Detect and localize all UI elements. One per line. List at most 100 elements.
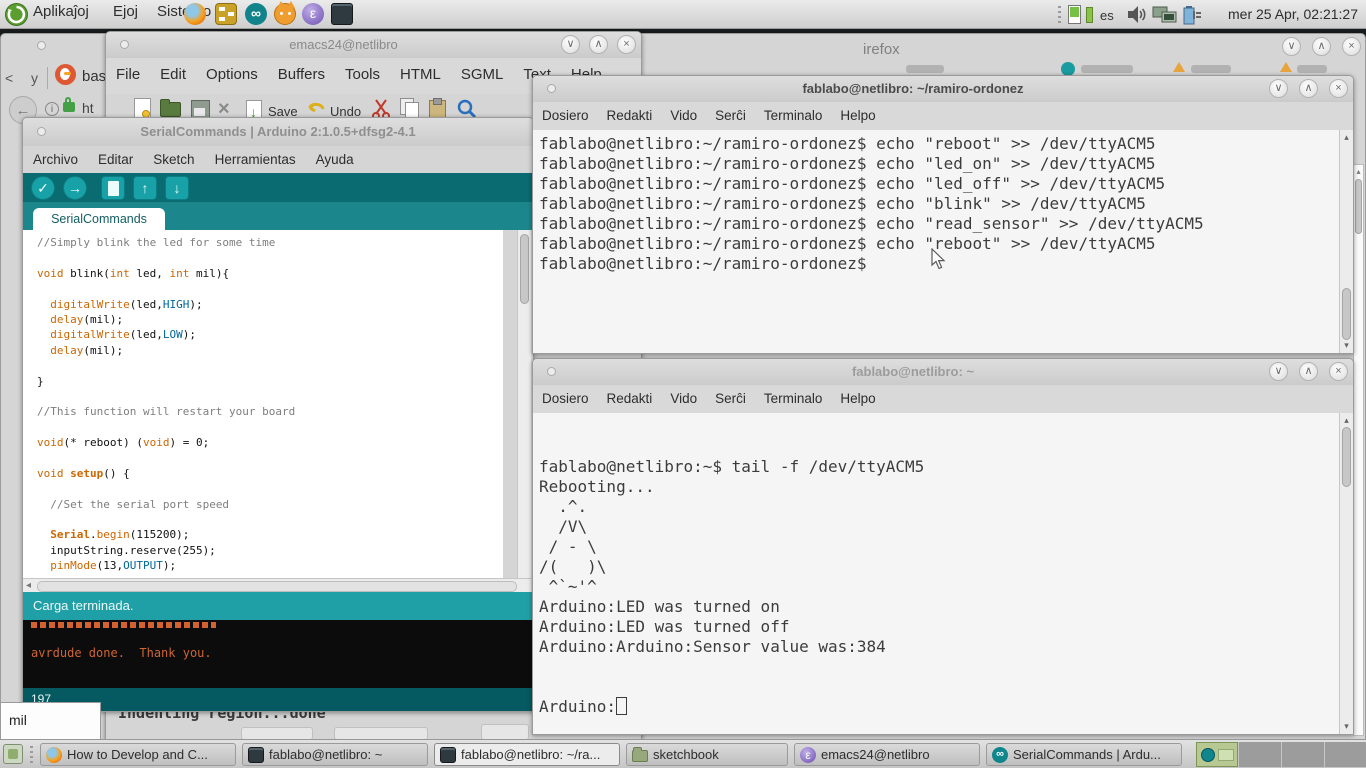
clock[interactable]: mer 25 Apr, 02:21:27 <box>1228 6 1358 22</box>
scroll-down-icon[interactable]: ▾ <box>1340 721 1353 732</box>
console-output[interactable]: avrdude done. Thank you. <box>23 620 533 688</box>
bookmark-fragment[interactable] <box>906 65 944 73</box>
firefox-scrollbar[interactable]: ▴ <box>1353 164 1364 736</box>
terminal1-titlebar[interactable]: fablabo@netlibro: ~/ramiro-ordonez ∨ ∧ × <box>533 76 1353 103</box>
open-sketch-button[interactable]: ↑ <box>133 176 157 200</box>
battery-bar-icon[interactable] <box>1086 7 1093 23</box>
menu-logo-icon[interactable] <box>4 2 29 27</box>
terminal-menu-item[interactable]: Helpo <box>838 385 877 406</box>
page-info-icon[interactable]: i <box>45 102 59 116</box>
bookmark-icon-orange[interactable] <box>1280 62 1292 72</box>
workspace-4[interactable] <box>1324 742 1366 767</box>
firefox-launcher-icon[interactable] <box>184 3 206 25</box>
network-icon[interactable] <box>1152 5 1178 25</box>
close-button[interactable]: × <box>1329 362 1348 381</box>
power-plug-icon[interactable] <box>1182 5 1204 25</box>
maximize-button[interactable]: ∧ <box>589 35 608 54</box>
prev-tab-arrow[interactable]: < <box>5 70 13 86</box>
task-button-folder-3[interactable]: sketchbook <box>626 743 788 766</box>
window-menu-dot[interactable] <box>547 84 556 93</box>
arduino-menu-item[interactable]: Ayuda <box>314 146 356 167</box>
arduino-menu-item[interactable]: Editar <box>96 146 135 167</box>
emacs-menu-item[interactable]: Tools <box>343 60 382 83</box>
taskbar-handle[interactable] <box>30 746 33 763</box>
terminal-menu-item[interactable]: Dosiero <box>540 102 591 123</box>
keyboard-layout-indicator[interactable]: es <box>1100 8 1114 23</box>
emacs-menu-item[interactable]: Edit <box>158 60 188 83</box>
terminal1-scrollbar[interactable]: ▴ ▾ <box>1339 130 1353 353</box>
terminal-launcher-icon[interactable] <box>331 3 353 25</box>
arduino-launcher-icon[interactable]: ∞ <box>245 3 267 25</box>
window-menu-dot[interactable] <box>37 41 46 50</box>
editor-hscrollbar[interactable]: ◂ <box>23 578 531 592</box>
show-desktop-button[interactable] <box>3 744 23 764</box>
terminal-menu-item[interactable]: Terminalo <box>762 102 825 123</box>
tab-serialcommands[interactable]: SerialCommands <box>33 208 165 230</box>
url-fragment[interactable]: ht <box>82 100 94 116</box>
task-button-firefox-0[interactable]: How to Develop and C... <box>40 743 236 766</box>
window-menu-dot[interactable] <box>37 127 46 136</box>
tab-fragment[interactable]: y <box>31 70 38 86</box>
workspace-2[interactable] <box>1238 742 1281 767</box>
close-button[interactable]: × <box>1342 37 1361 56</box>
workspace-1[interactable] <box>1196 742 1238 767</box>
bookmark-fragment[interactable] <box>1191 65 1231 73</box>
task-button-terminal-1[interactable]: fablabo@netlibro: ~ <box>242 743 428 766</box>
code-editor[interactable]: //Simply blink the led for some time void… <box>23 230 503 578</box>
scratch-launcher-icon[interactable] <box>274 1 296 25</box>
emacs-menu-item[interactable]: Buffers <box>276 60 327 83</box>
bookmark-icon-orange[interactable] <box>1173 62 1185 72</box>
maximize-button[interactable]: ∧ <box>1312 37 1331 56</box>
bookmark-fragment[interactable] <box>1081 65 1133 73</box>
menu-aplikajoj[interactable]: Aplikaĵoj <box>33 3 89 20</box>
upload-button[interactable]: → <box>63 176 87 200</box>
terminal-menu-item[interactable]: Serĉi <box>713 385 748 406</box>
scrollbar-thumb[interactable] <box>1342 288 1351 340</box>
task-button-emacs-4[interactable]: ε emacs24@netlibro <box>794 743 980 766</box>
terminal-menu-item[interactable]: Redakti <box>605 385 655 406</box>
arduino-titlebar[interactable]: SerialCommands | Arduino 2:1.0.5+dfsg2-4… <box>23 118 533 147</box>
arduino-menu-item[interactable]: Herramientas <box>213 146 298 167</box>
workspace-3[interactable] <box>1281 742 1324 767</box>
scrollbar-thumb[interactable] <box>1342 427 1351 487</box>
bookmark-fragment[interactable] <box>1297 65 1327 73</box>
terminal-menu-item[interactable]: Vido <box>668 385 699 406</box>
scroll-up-icon[interactable]: ▴ <box>1340 415 1353 426</box>
emacs-menu-item[interactable]: SGML <box>459 60 506 83</box>
diagram-launcher-icon[interactable] <box>215 3 237 25</box>
emacs-titlebar[interactable]: emacs24@netlibro ∨ ∧ × <box>106 32 641 59</box>
terminal-menu-item[interactable]: Dosiero <box>540 385 591 406</box>
window-menu-dot[interactable] <box>120 40 129 49</box>
emacs-menu-item[interactable]: File <box>114 60 142 83</box>
window-menu-dot[interactable] <box>547 367 556 376</box>
new-sketch-button[interactable] <box>101 176 125 200</box>
maximize-button[interactable]: ∧ <box>1299 79 1318 98</box>
minimize-button[interactable]: ∨ <box>561 35 580 54</box>
close-button[interactable]: × <box>617 35 636 54</box>
scroll-left-icon[interactable]: ◂ <box>26 580 31 591</box>
minimize-button[interactable]: ∨ <box>1282 37 1301 56</box>
editor-scrollbar[interactable] <box>517 230 531 578</box>
emacs-menu-item[interactable]: HTML <box>398 60 443 83</box>
scroll-up-icon[interactable]: ▴ <box>1340 132 1353 143</box>
terminal2-screen[interactable]: fablabo@netlibro:~$ tail -f /dev/ttyACM5… <box>533 413 1339 734</box>
terminal-menu-item[interactable]: Helpo <box>838 102 877 123</box>
menu-ejoj[interactable]: Ejoj <box>113 3 138 20</box>
close-button[interactable]: × <box>1329 79 1348 98</box>
save-sketch-button[interactable]: ↓ <box>165 176 189 200</box>
terminal-menu-item[interactable]: Vido <box>668 102 699 123</box>
task-button-arduino-5[interactable]: ∞ SerialCommands | Ardu... <box>986 743 1182 766</box>
terminal2-scrollbar[interactable]: ▴ ▾ <box>1339 413 1353 734</box>
task-button-terminal-2[interactable]: fablabo@netlibro: ~/ra... <box>434 743 620 766</box>
scrollbar-thumb[interactable] <box>37 581 517 592</box>
volume-icon[interactable] <box>1126 5 1148 24</box>
emacs-launcher-icon[interactable]: ε <box>302 3 324 25</box>
terminal-menu-item[interactable]: Serĉi <box>713 102 748 123</box>
battery-meter-icon[interactable] <box>1068 5 1081 24</box>
arduino-menu-item[interactable]: Sketch <box>151 146 196 167</box>
minibuffer-box[interactable]: mil <box>0 702 101 740</box>
arduino-menu-item[interactable]: Archivo <box>31 146 80 167</box>
minimize-button[interactable]: ∨ <box>1269 362 1288 381</box>
verify-button[interactable]: ✓ <box>31 176 55 200</box>
maximize-button[interactable]: ∧ <box>1299 362 1318 381</box>
